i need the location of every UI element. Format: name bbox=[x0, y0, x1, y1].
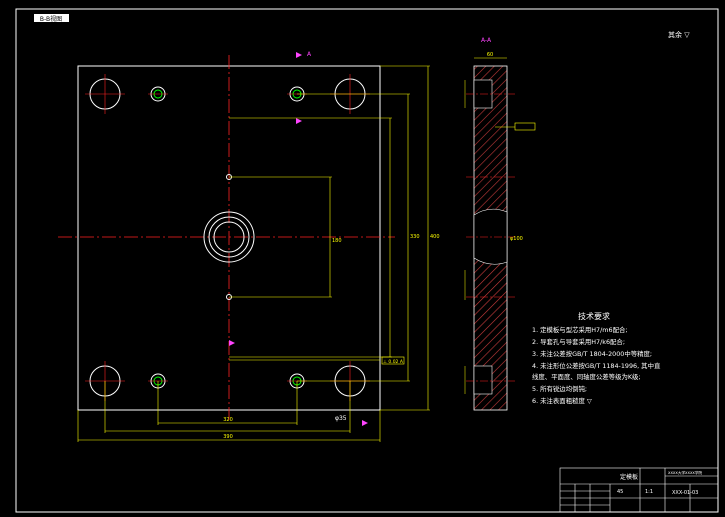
section-view-label: A-A bbox=[481, 37, 492, 44]
dim-total-width: 390 bbox=[223, 434, 233, 440]
tech-req-5: 线度、平面度、同轴度公差等级为K级; bbox=[532, 372, 641, 381]
guide-hole-top-left bbox=[85, 74, 125, 114]
roughness-note: 其余 ▽ bbox=[668, 30, 690, 39]
dim-pocket: 180 bbox=[332, 238, 342, 244]
view-tag: B-B视图 bbox=[40, 15, 62, 23]
section-markers bbox=[229, 52, 368, 426]
section-label-a: A bbox=[307, 51, 312, 58]
tech-req-7: 6. 未注表面粗糙度 ▽ bbox=[532, 396, 592, 405]
tech-req-1: 1. 定模板与型芯采用H7/m6配合; bbox=[532, 325, 628, 334]
dim-total-height: 400 bbox=[430, 234, 440, 240]
tech-requirements: 技术要求 1. 定模板与型芯采用H7/m6配合; 2. 导套孔与导套采用H7/k… bbox=[532, 311, 661, 405]
title-material: 45 bbox=[617, 489, 623, 495]
title-part-name: 定模板 bbox=[620, 473, 638, 481]
dim-inner-height: 330 bbox=[410, 234, 420, 240]
dim-bore: φ100 bbox=[510, 236, 523, 242]
dim-inner-width: 320 bbox=[223, 417, 233, 423]
title-school: XXXX大学XXXX学院 bbox=[668, 470, 702, 475]
section-guide-hole-bottom bbox=[473, 365, 493, 395]
title-drawing-no: XXX-01-03 bbox=[672, 490, 698, 496]
tech-req-2: 2. 导套孔与导套采用H7/k6配合; bbox=[532, 337, 625, 346]
tech-req-3: 3. 未注公差按GB/T 1804-2000中等精度; bbox=[532, 349, 652, 358]
tech-requirements-title: 技术要求 bbox=[578, 311, 610, 321]
screw-hole-top-left bbox=[148, 86, 168, 102]
section-tolerance-frame bbox=[514, 122, 536, 131]
title-scale: 1:1 bbox=[645, 489, 653, 495]
dim-thickness: 60 bbox=[487, 52, 493, 58]
tolerance-note: ⊥ 0.02 A bbox=[383, 359, 404, 365]
section-bore bbox=[473, 208, 508, 265]
tech-req-6: 5. 所有锐边均倒钝; bbox=[532, 384, 587, 393]
dimension-lines bbox=[77, 65, 430, 442]
plate-front-view: 320 390 180 330 400 ⊥ 0.02 A A φ35 bbox=[58, 51, 440, 442]
section-view: A-A 60 φ100 bbox=[464, 37, 536, 411]
cad-drawing: B-B视图 其余 ▽ 320 390 180 330 400 ⊥ 0.02 A … bbox=[15, 8, 719, 513]
drawing-border bbox=[15, 8, 719, 513]
bore-note: φ35 bbox=[335, 415, 347, 422]
tech-req-4: 4. 未注形位公差按GB/T 1184-1996, 其中直 bbox=[532, 361, 661, 370]
